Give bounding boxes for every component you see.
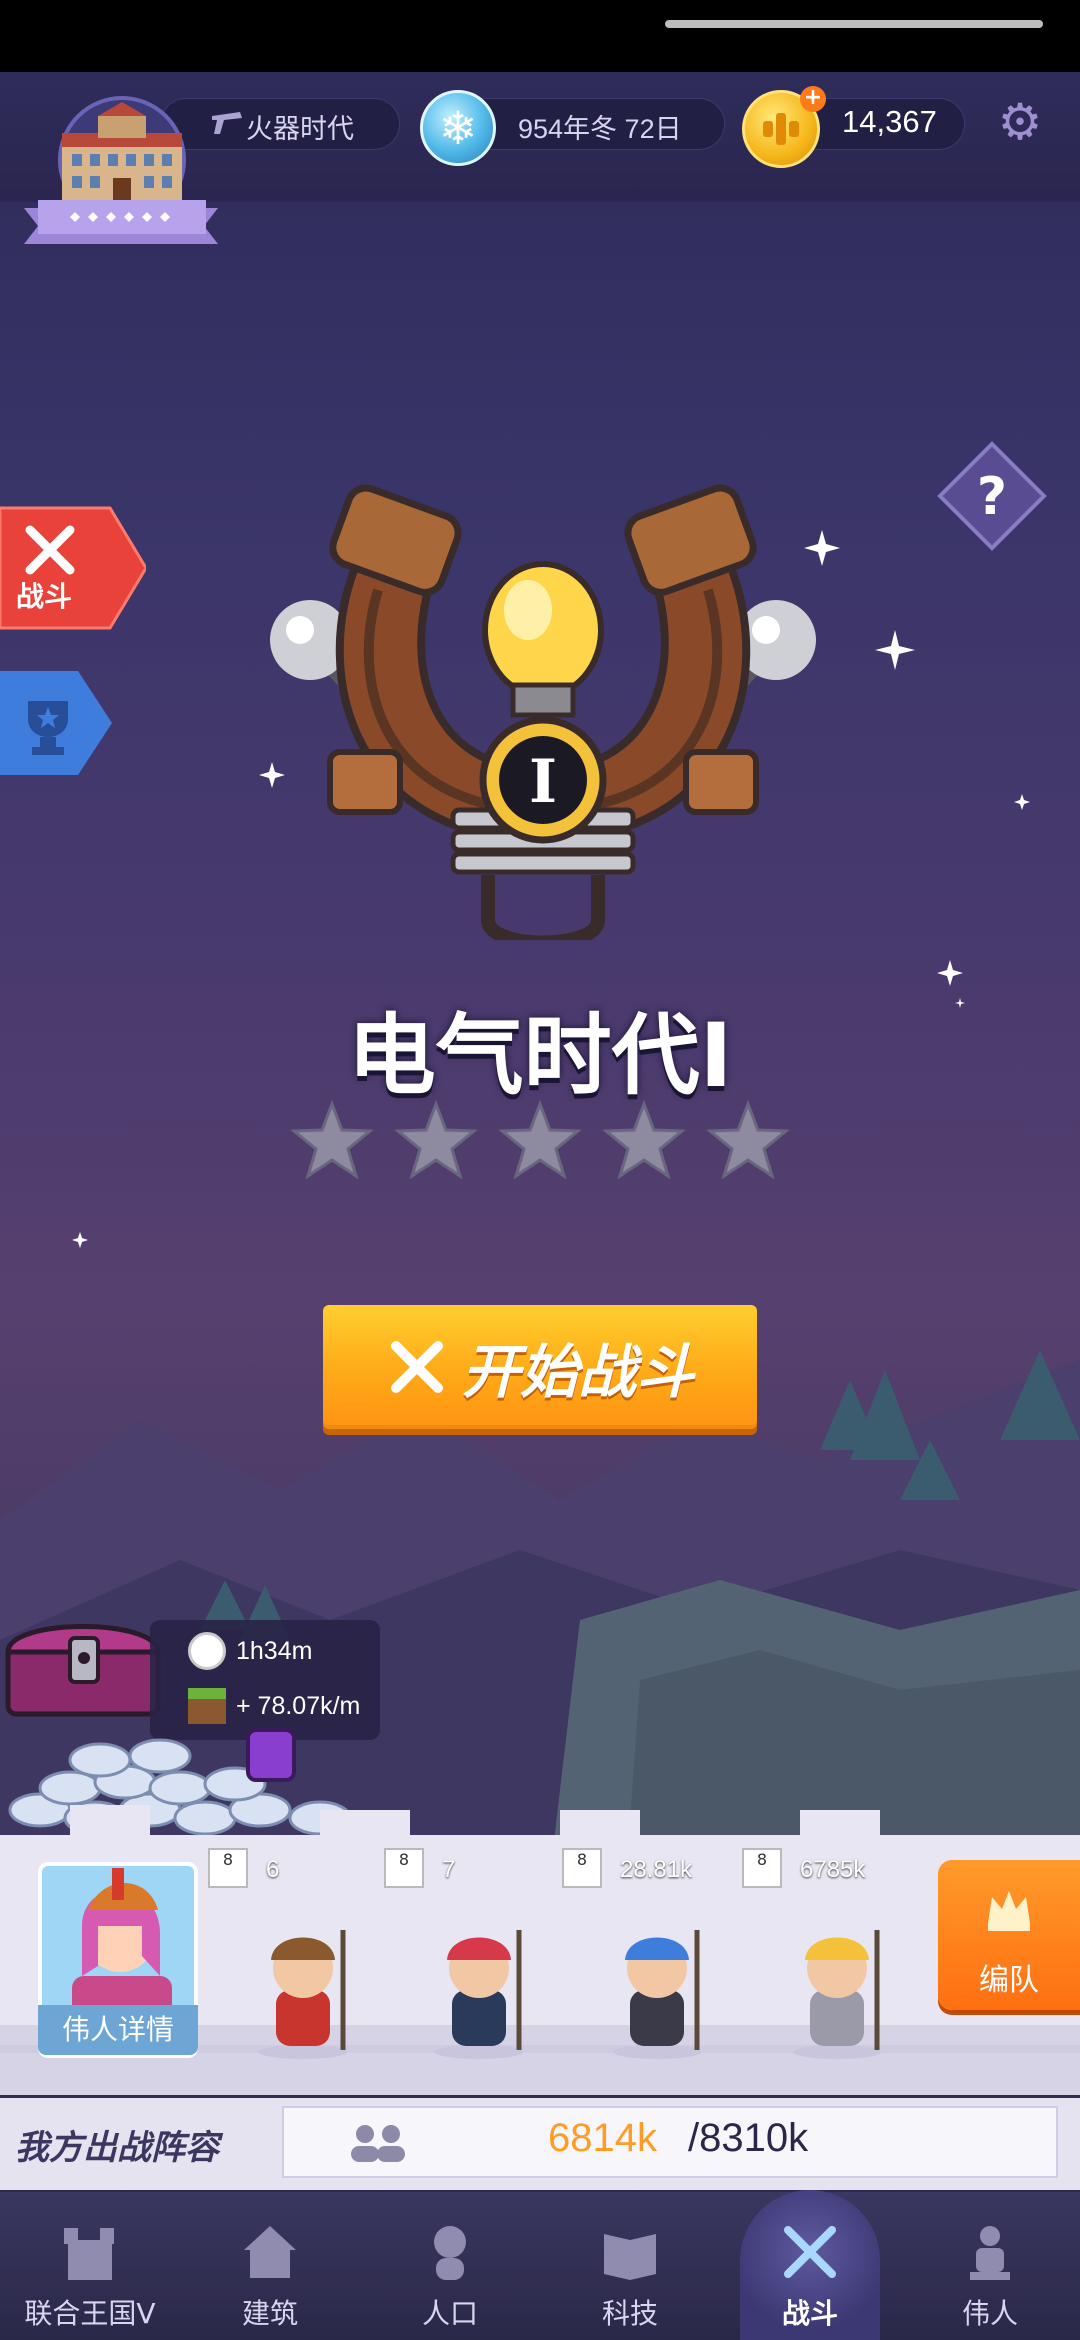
star-icon: [498, 1100, 582, 1180]
nav-label: 科技: [601, 2297, 658, 2330]
game-screen: 火器时代 ❄ 954年冬 72日 + 14,367 ⚙ 战斗 ? I 电气时代I…: [0, 0, 1080, 2340]
nav-item-2[interactable]: 人口: [360, 2192, 540, 2340]
unit-level-flag: 8: [742, 1848, 782, 1888]
gold-amount: 14,367: [842, 104, 937, 139]
nav-item-3[interactable]: 科技: [540, 2192, 720, 2340]
star-icon: [602, 1100, 686, 1180]
nav-item-4[interactable]: 战斗: [720, 2192, 900, 2340]
snowflake-icon: ❄: [420, 90, 496, 166]
nav-item-0[interactable]: 联合王国V: [0, 2192, 180, 2340]
unit-level-flag: 8: [208, 1848, 248, 1888]
nav-label: 联合王国V: [24, 2297, 156, 2330]
unit-figure[interactable]: [592, 1910, 722, 2060]
crown-icon: [988, 1891, 1030, 1931]
star-icon: [706, 1100, 790, 1180]
clock-icon: [188, 1632, 226, 1670]
great-person-portrait: [72, 1868, 172, 2016]
era-emblem: I: [270, 484, 816, 940]
nav-item-1[interactable]: 建筑: [180, 2192, 360, 2340]
nav-label: 战斗: [781, 2297, 838, 2330]
emblem-numeral: I: [529, 747, 557, 817]
castle-icon: [60, 2220, 120, 2286]
unit-level-flag: 8: [562, 1848, 602, 1888]
status-bar: [0, 0, 1080, 72]
great-person-details-label[interactable]: 伟人详情: [38, 2005, 198, 2055]
star-icon: [394, 1100, 478, 1180]
nav-label: 伟人: [961, 2297, 1018, 2330]
nav-label: 人口: [421, 2297, 478, 2330]
unit-count: 28.81k: [620, 1856, 693, 1883]
crossed-swords-icon: [780, 2220, 840, 2286]
era-label: 火器时代: [246, 114, 354, 144]
era-title: 电气时代I: [347, 1004, 733, 1107]
start-battle-label: 开始战斗: [461, 1338, 694, 1406]
statue-icon: [960, 2220, 1020, 2286]
add-gold-icon[interactable]: +: [800, 86, 826, 112]
power-current: 6814k: [548, 2116, 657, 2160]
gear-icon[interactable]: ⚙: [990, 92, 1050, 152]
nav-label: 建筑: [241, 2297, 298, 2330]
star-icon: [290, 1100, 374, 1180]
date-label: 954年冬 72日: [518, 114, 682, 144]
formation-button-label: 编队: [979, 1963, 1039, 1998]
unit-figure[interactable]: [238, 1910, 368, 2060]
power-label: 我方出战阵容: [15, 2128, 219, 2168]
nav-item-5[interactable]: 伟人: [900, 2192, 1080, 2340]
unit-count: 6785k: [800, 1856, 866, 1883]
unit-level-flag: 8: [384, 1848, 424, 1888]
power-max: /8310k: [688, 2116, 809, 2160]
idle-time: 1h34m: [236, 1637, 313, 1665]
treasure-chest[interactable]: [0, 1608, 165, 1720]
unit-figure[interactable]: [414, 1910, 544, 2060]
book-icon: [600, 2220, 660, 2286]
unit-count: 6: [266, 1856, 280, 1883]
home-indicator[interactable]: [665, 20, 1043, 28]
person-icon: [420, 2220, 480, 2286]
unit-figure[interactable]: [772, 1910, 902, 2060]
crossed-swords-icon: [390, 1341, 443, 1393]
kingdom-avatar[interactable]: [18, 88, 226, 256]
star-rating: [290, 1100, 790, 1180]
start-battle-button[interactable]: 开始战斗: [323, 1305, 757, 1429]
people-icon: [351, 2125, 405, 2162]
unit-count: 7: [442, 1856, 456, 1883]
house-icon: [240, 2220, 300, 2286]
